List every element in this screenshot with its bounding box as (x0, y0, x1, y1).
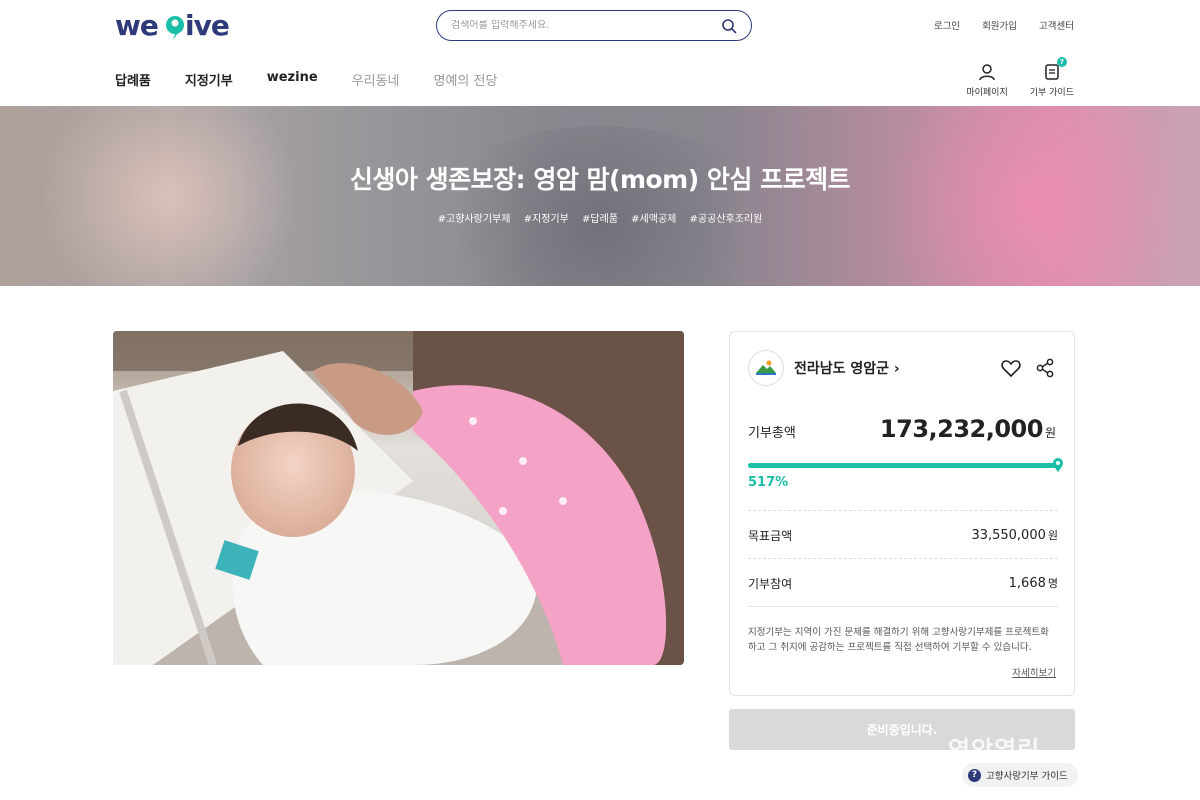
mypage-label: 마이페이지 (966, 88, 1008, 98)
search-input[interactable] (451, 20, 721, 31)
hashtag[interactable]: #지정기부 (524, 214, 569, 225)
share-icon[interactable] (1034, 357, 1056, 379)
total-donation-value: 173,232,000 (879, 415, 1044, 443)
participants-row: 기부참여 1,668 명 (748, 558, 1058, 592)
total-donation-unit: 원 (1044, 426, 1056, 440)
login-link[interactable]: 로그인 (934, 18, 960, 32)
nav-item-neighborhood[interactable]: 우리동네 (352, 70, 400, 89)
search-bar (436, 10, 752, 41)
designated-donation-description: 지정기부는 지역이 가진 문제를 해결하기 위해 고향사랑기부제를 프로젝트화 … (748, 606, 1058, 655)
donation-guide-button[interactable]: ? 기부 가이드 (1029, 57, 1074, 98)
wegive-logo[interactable]: we ive (115, 8, 239, 44)
nav-item-wezine[interactable]: wezine (267, 70, 318, 89)
utility-links: 로그인 회원가입 고객센터 (934, 18, 1074, 32)
svg-text:ive: ive (185, 10, 229, 42)
floating-guide-button[interactable]: ? 고향사랑기부 가이드 (962, 763, 1078, 787)
hero-banner: 신생아 생존보장: 영암 맘(mom) 안심 프로젝트 #고향사랑기부제 #지정… (0, 106, 1200, 286)
nav-item-hall-of-fame[interactable]: 명예의 전당 (434, 70, 498, 89)
hashtag-list: #고향사랑기부제 #지정기부 #답례품 #세액공제 #공공산후조리원 (0, 210, 1200, 225)
customer-center-link[interactable]: 고객센터 (1039, 18, 1074, 32)
donation-guide-label: 기부 가이드 (1029, 88, 1074, 98)
progress-bar (748, 463, 1058, 468)
organization[interactable]: 전라남도 영암군 › (748, 350, 900, 386)
goal-unit: 원 (1047, 529, 1058, 542)
total-donation-amount: 173,232,000 원 (880, 415, 1056, 443)
main-nav: 답례품 지정기부 wezine 우리동네 명예의 전당 (115, 70, 497, 89)
guide-badge: ? (1056, 57, 1067, 67)
project-photo (113, 331, 684, 665)
hero-background (40, 106, 300, 286)
hashtag[interactable]: #답례품 (582, 214, 618, 225)
watermark: 영암열린 (948, 736, 1041, 764)
nav-item-designated-donation[interactable]: 지정기부 (185, 70, 233, 89)
mypage-button[interactable]: 마이페이지 (966, 62, 1008, 98)
svg-text:we: we (115, 10, 158, 42)
progress-fill (748, 463, 1058, 468)
search-icon[interactable] (721, 18, 737, 34)
hashtag[interactable]: #고향사랑기부제 (438, 214, 511, 225)
donation-summary-card: 전라남도 영암군 › 기부총액 173,232,000 원 517% 목표금액 … (729, 331, 1075, 696)
total-donation-label: 기부총액 (748, 426, 796, 441)
participants-label: 기부참여 (748, 577, 793, 591)
organization-name[interactable]: 전라남도 영암군 › (794, 358, 900, 378)
progress-percent: 517% (748, 475, 789, 490)
hero-background-shade (420, 126, 780, 286)
see-more-link[interactable]: 자세히보기 (1012, 665, 1056, 679)
floating-guide-label: 고향사랑기부 가이드 (986, 771, 1068, 782)
county-emblem-icon (748, 350, 784, 386)
hashtag[interactable]: #공공산후조리원 (690, 214, 763, 225)
participants-value: 1,668 (1008, 576, 1046, 591)
participants-unit: 명 (1047, 577, 1058, 590)
hero-background-pink (850, 106, 1200, 286)
project-title: 신생아 생존보장: 영암 맘(mom) 안심 프로젝트 (349, 165, 851, 194)
top-bar: we ive 로그인 회원가입 고객센터 (0, 0, 1200, 50)
location-pin-icon (1053, 458, 1063, 472)
quick-menu: 마이페이지 ? 기부 가이드 (966, 57, 1074, 98)
signup-link[interactable]: 회원가입 (982, 18, 1017, 32)
goal-row: 목표금액 33,550,000 원 (748, 510, 1058, 544)
nav-item-gifts[interactable]: 답례품 (115, 70, 151, 89)
question-icon: ? (968, 768, 981, 782)
heart-icon[interactable] (1000, 357, 1022, 379)
hashtag[interactable]: #세액공제 (631, 214, 676, 225)
goal-label: 목표금액 (748, 529, 793, 543)
card-actions (1000, 357, 1056, 379)
goal-value: 33,550,000 (971, 528, 1046, 543)
user-icon (979, 64, 995, 81)
